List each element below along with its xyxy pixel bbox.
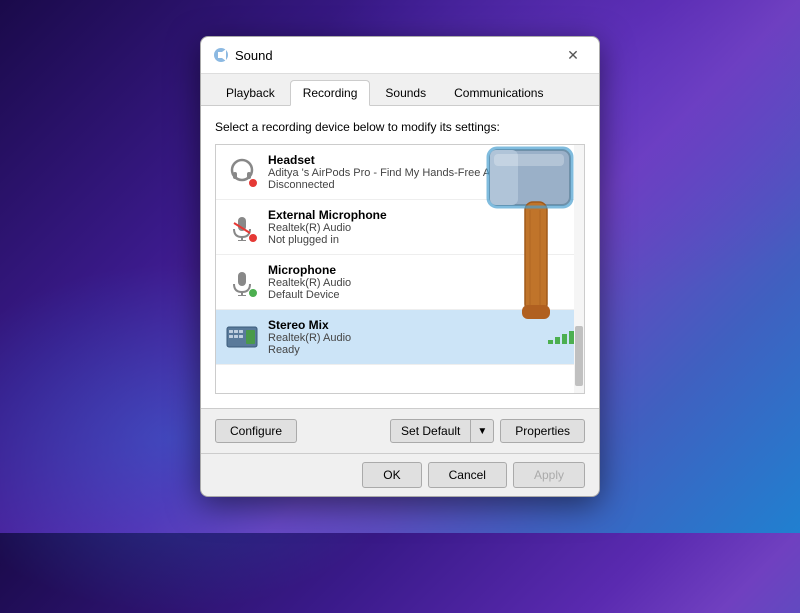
- set-default-dropdown[interactable]: ▼: [471, 419, 494, 443]
- headset-info: Headset Aditya 's AirPods Pro - Find My …: [268, 153, 574, 191]
- device-item-headset[interactable]: Headset Aditya 's AirPods Pro - Find My …: [216, 145, 584, 200]
- sound-dialog: Sound ✕ Playback Recording Sounds Commun…: [200, 36, 600, 497]
- device-list: Headset Aditya 's AirPods Pro - Find My …: [215, 144, 585, 394]
- bottom-actions: Configure Set Default ▼ Properties: [201, 408, 599, 453]
- stereo-mix-driver: Realtek(R) Audio: [268, 332, 538, 344]
- tab-sounds[interactable]: Sounds: [372, 80, 439, 105]
- device-item-microphone[interactable]: Microphone Realtek(R) Audio Default Devi…: [216, 255, 584, 310]
- title-bar: Sound ✕: [201, 37, 599, 74]
- scrollbar-thumb[interactable]: [575, 326, 583, 386]
- dialog-footer: OK Cancel Apply: [201, 453, 599, 496]
- ext-mic-name: External Microphone: [268, 208, 574, 222]
- stereo-mix-info: Stereo Mix Realtek(R) Audio Ready: [268, 318, 538, 356]
- tab-recording[interactable]: Recording: [290, 80, 371, 106]
- ext-mic-driver: Realtek(R) Audio: [268, 222, 574, 234]
- headset-driver: Aditya 's AirPods Pro - Find My Hands-Fr…: [268, 167, 574, 179]
- stereo-mix-name: Stereo Mix: [268, 318, 538, 332]
- instruction-text: Select a recording device below to modif…: [215, 120, 585, 134]
- microphone-status: Default Device: [268, 289, 574, 301]
- signal-level: [548, 330, 574, 344]
- mic-status-dot: [248, 288, 258, 298]
- sound-title-icon: [213, 47, 229, 63]
- signal-bar-1: [548, 340, 553, 344]
- microphone-info: Microphone Realtek(R) Audio Default Devi…: [268, 263, 574, 301]
- headset-icon: [226, 156, 258, 188]
- stereo-mix-icon: [226, 321, 258, 353]
- microphone-name: Microphone: [268, 263, 574, 277]
- ext-mic-status: Not plugged in: [268, 234, 574, 246]
- dialog-title: Sound: [235, 48, 273, 63]
- tab-communications[interactable]: Communications: [441, 80, 556, 105]
- ok-button[interactable]: OK: [362, 462, 421, 488]
- signal-bar-3: [562, 334, 567, 344]
- device-item-stereo-mix[interactable]: Stereo Mix Realtek(R) Audio Ready: [216, 310, 584, 365]
- set-default-group: Set Default ▼: [390, 419, 494, 443]
- properties-button[interactable]: Properties: [500, 419, 585, 443]
- scrollbar-track[interactable]: [574, 145, 584, 393]
- headset-status: Disconnected: [268, 179, 574, 191]
- headset-status-dot: [248, 178, 258, 188]
- microphone-icon: [226, 266, 258, 298]
- tab-bar: Playback Recording Sounds Communications: [201, 74, 599, 106]
- close-button[interactable]: ✕: [559, 45, 587, 65]
- title-bar-left: Sound: [213, 47, 273, 63]
- configure-button[interactable]: Configure: [215, 419, 297, 443]
- ext-mic-icon: [226, 211, 258, 243]
- cancel-button[interactable]: Cancel: [428, 462, 507, 488]
- ext-mic-info: External Microphone Realtek(R) Audio Not…: [268, 208, 574, 246]
- device-item-ext-mic[interactable]: External Microphone Realtek(R) Audio Not…: [216, 200, 584, 255]
- tab-playback[interactable]: Playback: [213, 80, 288, 105]
- apply-button[interactable]: Apply: [513, 462, 585, 488]
- microphone-driver: Realtek(R) Audio: [268, 277, 574, 289]
- set-default-button[interactable]: Set Default: [390, 419, 471, 443]
- ext-mic-status-dot: [248, 233, 258, 243]
- headset-name: Headset: [268, 153, 574, 167]
- dialog-content: Select a recording device below to modif…: [201, 106, 599, 408]
- signal-bar-2: [555, 337, 560, 344]
- stereo-mix-status: Ready: [268, 344, 538, 356]
